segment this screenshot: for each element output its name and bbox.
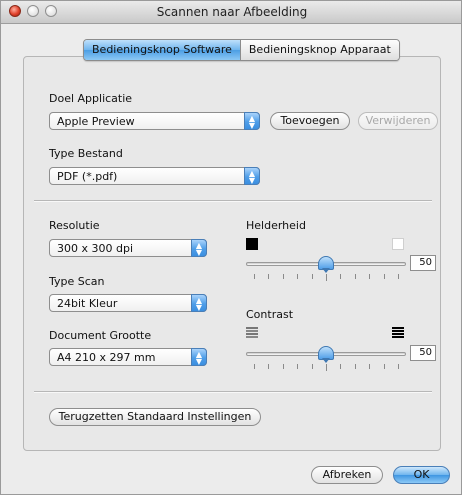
slider-tick [384, 274, 385, 279]
dark-square-icon [246, 238, 258, 250]
resolution-label: Resolutie [49, 219, 100, 232]
divider [34, 200, 432, 202]
add-button[interactable]: Toevoegen [270, 112, 350, 130]
select-arrows-icon: ▲ ▼ [244, 112, 260, 130]
slider-tick [268, 274, 269, 279]
slider-tick [340, 274, 341, 279]
slider-tick [326, 274, 327, 281]
contrast-label: Contrast [246, 308, 294, 321]
slider-tick [326, 364, 327, 371]
scan-type-select[interactable]: 24bit Kleur ▲ ▼ [49, 294, 207, 312]
low-contrast-icon [246, 327, 258, 339]
slider-tick [369, 364, 370, 369]
slider-tick [355, 274, 356, 279]
slider-tick [355, 364, 356, 369]
brightness-label: Helderheid [246, 219, 306, 232]
target-app-value: Apple Preview [57, 115, 135, 128]
divider [34, 391, 432, 393]
slider-tick [369, 274, 370, 279]
slider-tick [283, 364, 284, 369]
slider-tick [312, 364, 313, 369]
cancel-button[interactable]: Afbreken [311, 466, 383, 484]
target-app-select[interactable]: Apple Preview ▲ ▼ [49, 112, 260, 130]
file-type-value: PDF (*.pdf) [57, 170, 118, 183]
document-size-select[interactable]: A4 210 x 297 mm ▲ ▼ [49, 348, 207, 366]
slider-tick [398, 274, 399, 279]
scan-type-value: 24bit Kleur [57, 297, 118, 310]
select-arrows-icon: ▲ ▼ [191, 239, 207, 257]
tab-bar: Bedieningsknop Software Bedieningsknop A… [83, 39, 400, 61]
slider-tick [283, 274, 284, 279]
slider-tick [268, 364, 269, 369]
light-square-icon [392, 238, 404, 250]
settings-panel: Doel Applicatie Apple Preview ▲ ▼ Toevoeg… [23, 56, 441, 451]
reset-defaults-button[interactable]: Terugzetten Standaard Instellingen [49, 408, 261, 426]
slider-tick [340, 364, 341, 369]
brightness-value-field[interactable]: 50 [410, 255, 436, 271]
remove-button[interactable]: Verwijderen [358, 112, 438, 130]
slider-tick [254, 274, 255, 279]
slider-tick [297, 364, 298, 369]
target-app-label: Doel Applicatie [49, 92, 133, 105]
select-arrows-icon: ▲ ▼ [244, 167, 260, 185]
slider-tick [297, 274, 298, 279]
select-arrows-icon: ▲ ▼ [191, 348, 207, 366]
contrast-slider-thumb[interactable] [318, 346, 334, 363]
document-size-value: A4 210 x 297 mm [57, 351, 156, 364]
high-contrast-icon [392, 327, 404, 339]
dialog-window: Scannen naar Afbeelding Bedieningsknop S… [0, 0, 462, 495]
slider-tick [384, 364, 385, 369]
window-title: Scannen naar Afbeelding [156, 5, 308, 19]
resolution-select[interactable]: 300 x 300 dpi ▲ ▼ [49, 239, 207, 257]
ok-button[interactable]: OK [393, 466, 450, 484]
tab-device-button[interactable]: Bedieningsknop Apparaat [239, 40, 399, 60]
brightness-slider-ticks [254, 274, 399, 281]
title-bar: Scannen naar Afbeelding [1, 1, 461, 24]
scan-type-label: Type Scan [49, 275, 105, 288]
file-type-select[interactable]: PDF (*.pdf) ▲ ▼ [49, 167, 260, 185]
slider-tick [254, 364, 255, 369]
select-arrows-icon: ▲ ▼ [191, 294, 207, 312]
slider-tick [312, 274, 313, 279]
contrast-slider-ticks [254, 364, 399, 371]
file-type-label: Type Bestand [49, 147, 123, 160]
slider-tick [398, 364, 399, 369]
resolution-value: 300 x 300 dpi [57, 242, 134, 255]
contrast-value-field[interactable]: 50 [410, 345, 436, 361]
document-size-label: Document Grootte [49, 329, 152, 342]
brightness-slider-thumb[interactable] [318, 256, 334, 273]
tab-software-button[interactable]: Bedieningsknop Software [84, 40, 240, 60]
